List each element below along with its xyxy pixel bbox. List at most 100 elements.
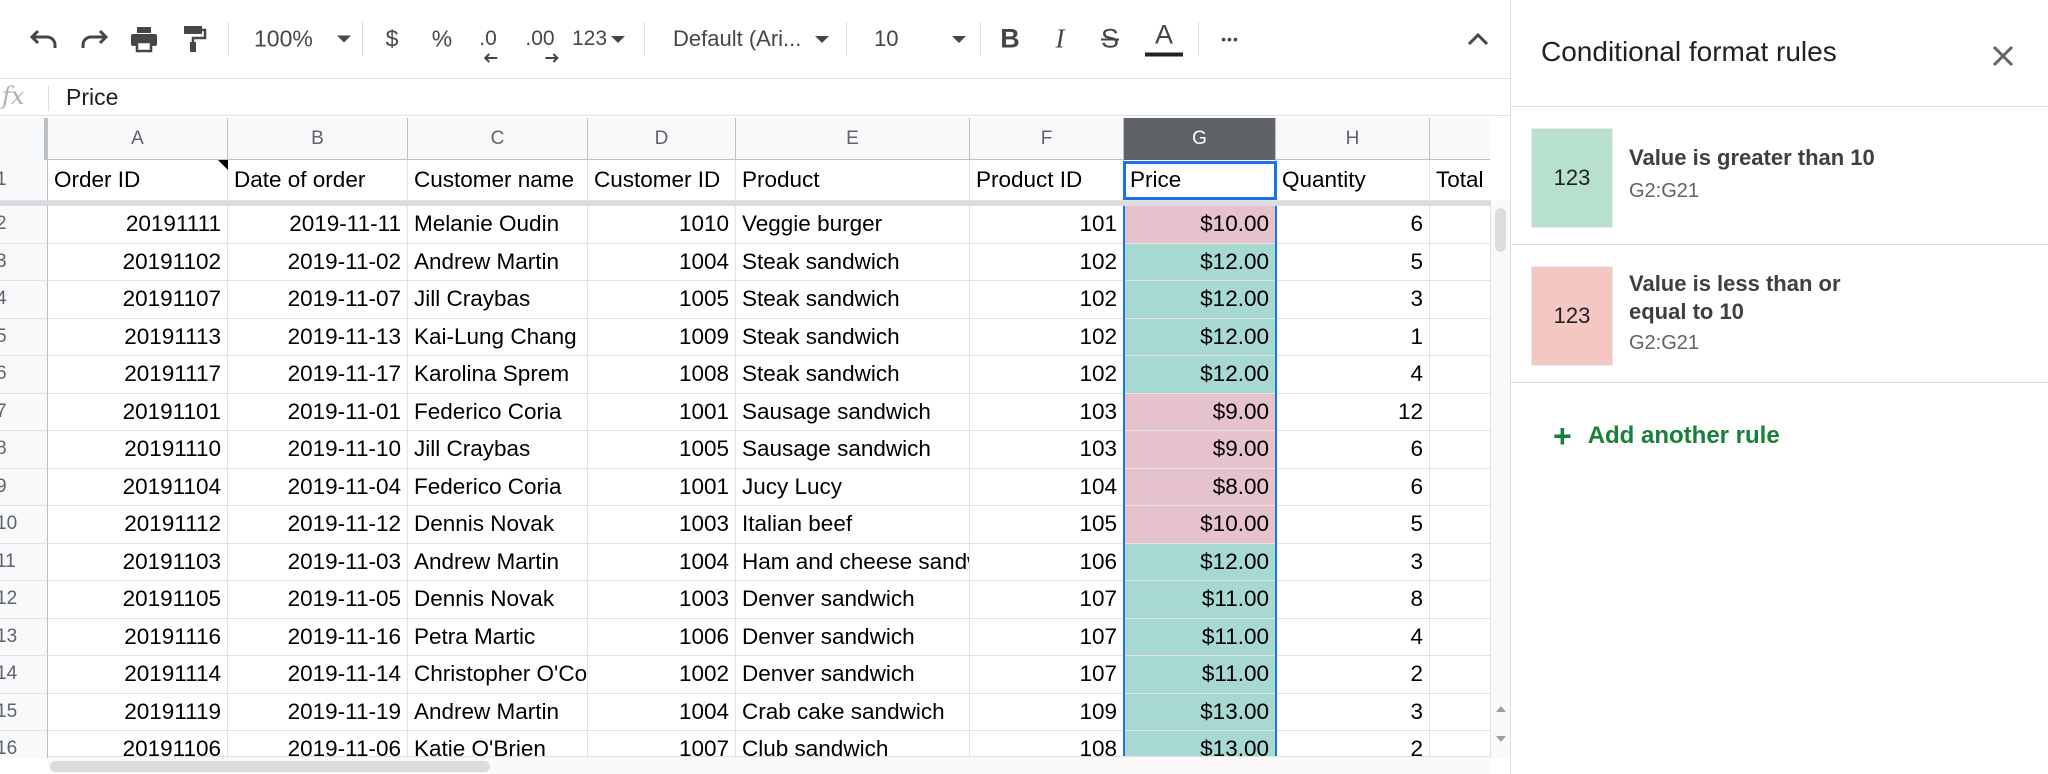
row-header[interactable]: 12	[0, 581, 48, 619]
table-cell[interactable]: 108	[970, 731, 1124, 758]
row-header[interactable]: 10	[0, 506, 48, 544]
table-cell[interactable]: 107	[970, 618, 1124, 656]
table-cell[interactable]	[1430, 394, 1490, 431]
table-cell[interactable]: 2019-11-02	[228, 243, 408, 281]
price-cell[interactable]: $10.00	[1124, 506, 1276, 544]
price-cell[interactable]: $12.00	[1124, 543, 1276, 581]
table-cell[interactable]: 5	[1276, 506, 1430, 544]
table-cell[interactable]: 1001	[588, 393, 736, 431]
format-rule-item[interactable]: 123 Value is less than or equal to 10 G2…	[1511, 248, 2048, 380]
formula-input[interactable]: Price	[66, 84, 118, 111]
table-cell[interactable]: Katie O'Brien	[408, 731, 588, 758]
table-cell[interactable]: 12	[1276, 393, 1430, 431]
header-cell[interactable]: Order ID	[48, 160, 228, 201]
price-cell[interactable]: $11.00	[1124, 618, 1276, 656]
row-header[interactable]: 1	[0, 160, 48, 201]
header-cell[interactable]: Product ID	[970, 160, 1124, 201]
column-header[interactable]: B	[228, 118, 408, 160]
table-cell[interactable]: 20191116	[48, 618, 228, 656]
scroll-up-icon[interactable]	[1496, 706, 1506, 712]
price-cell[interactable]: $12.00	[1124, 281, 1276, 319]
scroll-down-icon[interactable]	[1496, 736, 1506, 742]
table-cell[interactable]: 2019-11-19	[228, 693, 408, 731]
header-cell[interactable]: Customer name	[408, 160, 588, 201]
row-header[interactable]: 3	[0, 243, 48, 281]
strikethrough-button[interactable]: S	[1101, 24, 1119, 55]
price-cell[interactable]: $12.00	[1124, 318, 1276, 356]
table-cell[interactable]: 20191119	[48, 693, 228, 731]
collapse-toolbar-button[interactable]	[1467, 32, 1489, 46]
table-cell[interactable]: 4	[1276, 356, 1430, 394]
table-cell[interactable]: 1009	[588, 318, 736, 356]
table-cell[interactable]	[1430, 656, 1490, 694]
table-cell[interactable]	[1430, 506, 1490, 544]
table-cell[interactable]: 1002	[588, 656, 736, 694]
vertical-scroll-thumb[interactable]	[1495, 208, 1506, 252]
undo-button[interactable]	[29, 28, 59, 50]
spreadsheet-grid[interactable]: ABCDEFGH 1 Order ID Date of order Customer …	[0, 118, 1490, 758]
table-cell[interactable]: 1005	[588, 281, 736, 319]
column-header[interactable]: D	[588, 118, 736, 160]
table-cell[interactable]: Petra Martic	[408, 618, 588, 656]
table-cell[interactable]: 6	[1276, 431, 1430, 469]
format-rule-item[interactable]: 123 Value is greater than 10 G2:G21	[1511, 110, 2048, 242]
table-cell[interactable]: Federico Coria	[408, 393, 588, 431]
column-header[interactable]: A	[48, 118, 228, 160]
table-cell[interactable]: 2019-11-06	[228, 731, 408, 758]
table-cell[interactable]	[1430, 469, 1490, 506]
row-header[interactable]: 9	[0, 468, 48, 506]
table-cell[interactable]: 103	[970, 393, 1124, 431]
table-cell[interactable]: 102	[970, 318, 1124, 356]
row-header[interactable]: 13	[0, 618, 48, 656]
price-cell[interactable]: $12.00	[1124, 243, 1276, 281]
table-cell[interactable]	[1430, 619, 1490, 656]
row-header[interactable]: 14	[0, 656, 48, 694]
table-cell[interactable]: Sausage sandwich	[736, 431, 970, 469]
table-cell[interactable]: 103	[970, 431, 1124, 469]
table-cell[interactable]: Andrew Martin	[408, 243, 588, 281]
table-cell[interactable]: 1	[1276, 318, 1430, 356]
price-cell[interactable]: $13.00	[1124, 693, 1276, 731]
increase-decimal-button[interactable]: .00	[525, 27, 559, 63]
table-cell[interactable]	[1430, 356, 1490, 394]
price-cell[interactable]: $8.00	[1124, 468, 1276, 506]
table-cell[interactable]: 20191113	[48, 318, 228, 356]
table-cell[interactable]: 2019-11-14	[228, 656, 408, 694]
table-cell[interactable]: Melanie Oudin	[408, 206, 588, 244]
table-cell[interactable]: 1005	[588, 431, 736, 469]
table-cell[interactable]: 107	[970, 656, 1124, 694]
table-cell[interactable]: 20191103	[48, 543, 228, 581]
table-cell[interactable]: 20191106	[48, 731, 228, 758]
table-cell[interactable]: Veggie burger	[736, 206, 970, 244]
price-cell[interactable]: $11.00	[1124, 581, 1276, 619]
table-cell[interactable]: Dennis Novak	[408, 506, 588, 544]
select-all-corner[interactable]	[0, 118, 48, 160]
table-cell[interactable]	[1430, 544, 1490, 581]
header-cell[interactable]: Date of order	[228, 160, 408, 201]
header-cell[interactable]: Total	[1430, 160, 1490, 201]
table-cell[interactable]: 2019-11-05	[228, 581, 408, 619]
table-cell[interactable]: 107	[970, 581, 1124, 619]
table-cell[interactable]: Club sandwich	[736, 731, 970, 758]
table-cell[interactable]: 2019-11-13	[228, 318, 408, 356]
column-header[interactable]	[1430, 118, 1490, 160]
header-cell[interactable]: Customer ID	[588, 160, 736, 201]
table-cell[interactable]: 3	[1276, 543, 1430, 581]
table-cell[interactable]: 20191117	[48, 356, 228, 394]
table-cell[interactable]: 106	[970, 543, 1124, 581]
table-cell[interactable]: 2019-11-16	[228, 618, 408, 656]
table-cell[interactable]: Andrew Martin	[408, 543, 588, 581]
table-cell[interactable]: 1010	[588, 206, 736, 244]
table-cell[interactable]: 2019-11-10	[228, 431, 408, 469]
table-cell[interactable]: 104	[970, 468, 1124, 506]
table-cell[interactable]: Ham and cheese sandwich	[736, 543, 970, 581]
add-another-rule-button[interactable]: + Add another rule	[1553, 420, 1780, 452]
table-cell[interactable]: 1006	[588, 618, 736, 656]
table-cell[interactable]	[1430, 319, 1490, 356]
table-cell[interactable]: Karolina Sprem	[408, 356, 588, 394]
row-header[interactable]: 8	[0, 431, 48, 469]
table-cell[interactable]: Jill Craybas	[408, 281, 588, 319]
table-cell[interactable]	[1430, 431, 1490, 469]
table-cell[interactable]: 5	[1276, 243, 1430, 281]
table-cell[interactable]	[1430, 206, 1490, 244]
